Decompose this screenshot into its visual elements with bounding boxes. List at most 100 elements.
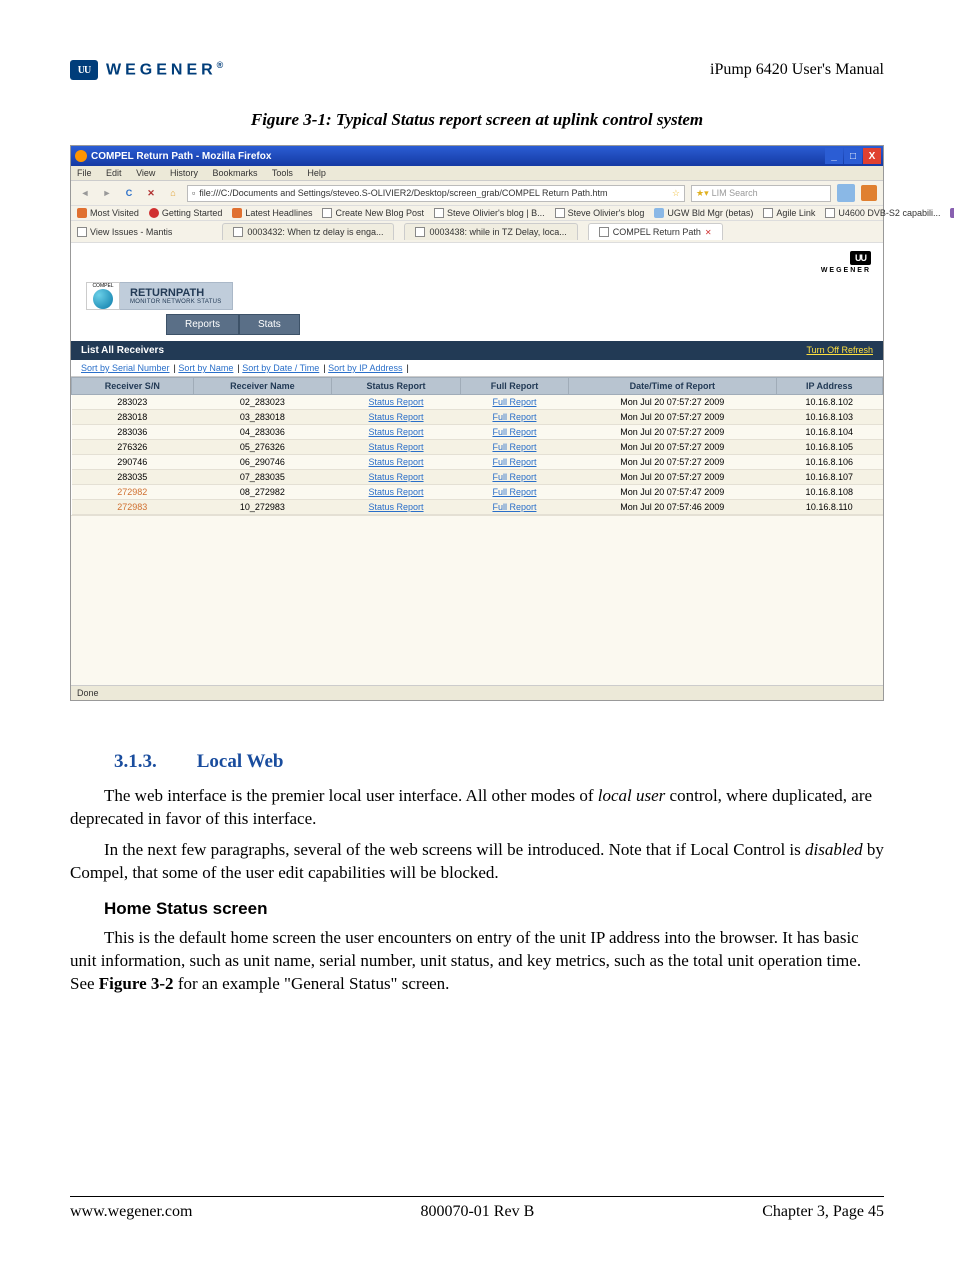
menu-bar: File Edit View History Bookmarks Tools H… (71, 166, 883, 181)
sort-serial[interactable]: Sort by Serial Number (81, 363, 170, 373)
url-text: file:///C:/Documents and Settings/steveo… (199, 188, 668, 198)
table-row: 28303604_283036Status ReportFull ReportM… (72, 425, 883, 440)
tab-item-active[interactable]: COMPEL Return Path✕ (588, 223, 723, 240)
status-report-link[interactable]: Status Report (369, 502, 424, 512)
cell-status: Status Report (332, 500, 461, 515)
full-report-link[interactable]: Full Report (492, 397, 536, 407)
table-row: 27298208_272982Status ReportFull ReportM… (72, 485, 883, 500)
page-content: UU WEGENER COMPEL RETURNPATH MONITOR NET… (71, 243, 883, 685)
globe-icon (93, 289, 113, 309)
cell-sn: 272983 (72, 500, 194, 515)
menu-file[interactable]: File (77, 168, 92, 178)
back-button[interactable]: ◄ (77, 185, 93, 201)
cell-full: Full Report (460, 410, 568, 425)
tab-close-icon[interactable]: ✕ (705, 228, 712, 237)
tab-item[interactable]: 0003432: When tz delay is enga... (222, 223, 394, 240)
paragraph-2: In the next few paragraphs, several of t… (70, 839, 884, 885)
cell-name: 02_283023 (193, 395, 332, 410)
tab-reports[interactable]: Reports (166, 314, 239, 335)
wegener-logo: UU WEGENER® (70, 60, 223, 80)
paragraph-1: The web interface is the premier local u… (70, 785, 884, 831)
cell-status: Status Report (332, 440, 461, 455)
sort-datetime[interactable]: Sort by Date / Time (242, 363, 319, 373)
bm-most-visited[interactable]: Most Visited (77, 208, 139, 218)
window-titlebar: COMPEL Return Path - Mozilla Firefox _ □… (71, 146, 883, 166)
bookmark-star-icon[interactable]: ☆ (672, 188, 680, 199)
bm-u4600[interactable]: U4600 DVB-S2 capabili... (825, 208, 940, 218)
cell-status: Status Report (332, 485, 461, 500)
search-box[interactable]: ★▾ LIM Search (691, 185, 831, 202)
cell-status: Status Report (332, 410, 461, 425)
page-footer: www.wegener.com 800070-01 Rev B Chapter … (70, 1197, 884, 1221)
bm-latest-headlines[interactable]: Latest Headlines (232, 208, 312, 218)
menu-help[interactable]: Help (307, 168, 326, 178)
table-row: 27632605_276326Status ReportFull ReportM… (72, 440, 883, 455)
screenshot-figure: COMPEL Return Path - Mozilla Firefox _ □… (70, 145, 884, 701)
list-header-title: List All Receivers (81, 345, 164, 356)
cell-full: Full Report (460, 395, 568, 410)
menu-history[interactable]: History (170, 168, 198, 178)
cell-name: 03_283018 (193, 410, 332, 425)
full-report-link[interactable]: Full Report (492, 427, 536, 437)
maximize-button[interactable]: □ (844, 148, 862, 164)
sort-name[interactable]: Sort by Name (178, 363, 233, 373)
status-report-link[interactable]: Status Report (369, 457, 424, 467)
tab-item[interactable]: 0003438: while in TZ Delay, loca... (404, 223, 577, 240)
status-report-link[interactable]: Status Report (369, 472, 424, 482)
table-row: 28302302_283023Status ReportFull ReportM… (72, 395, 883, 410)
bm-steve-blog2[interactable]: Steve Olivier's blog (555, 208, 645, 218)
menu-view[interactable]: View (136, 168, 155, 178)
menu-tools[interactable]: Tools (272, 168, 293, 178)
minimize-button[interactable]: _ (825, 148, 843, 164)
url-bar[interactable]: ▫ file:///C:/Documents and Settings/stev… (187, 185, 685, 202)
status-report-link[interactable]: Status Report (369, 397, 424, 407)
feed-icon[interactable] (861, 185, 877, 201)
status-report-link[interactable]: Status Report (369, 487, 424, 497)
cell-datetime: Mon Jul 20 07:57:27 2009 (569, 410, 776, 425)
tab-left-label[interactable]: View Issues - Mantis (77, 227, 172, 237)
bm-getting-started[interactable]: Getting Started (149, 208, 223, 218)
home-button[interactable]: ⌂ (165, 185, 181, 201)
cell-ip: 10.16.8.106 (776, 455, 882, 470)
tab-stats[interactable]: Stats (239, 314, 300, 335)
sort-bar: Sort by Serial Number| Sort by Name| Sor… (71, 360, 883, 377)
reload-button[interactable]: C (121, 185, 137, 201)
status-report-link[interactable]: Status Report (369, 442, 424, 452)
cell-datetime: Mon Jul 20 07:57:27 2009 (569, 455, 776, 470)
turn-off-refresh-link[interactable]: Turn Off Refresh (806, 345, 873, 356)
wegener-brand-text: WEGENER (821, 267, 871, 274)
forward-button[interactable]: ► (99, 185, 115, 201)
cell-name: 05_276326 (193, 440, 332, 455)
full-report-link[interactable]: Full Report (492, 412, 536, 422)
wegener-brand: UU WEGENER (821, 251, 871, 274)
full-report-link[interactable]: Full Report (492, 502, 536, 512)
bm-steve-blog1[interactable]: Steve Olivier's blog | B... (434, 208, 545, 218)
full-report-link[interactable]: Full Report (492, 442, 536, 452)
menu-edit[interactable]: Edit (106, 168, 122, 178)
cell-status: Status Report (332, 455, 461, 470)
close-button[interactable]: X (863, 148, 881, 164)
col-full: Full Report (460, 378, 568, 395)
cell-name: 06_290746 (193, 455, 332, 470)
stop-button[interactable]: ✕ (143, 185, 159, 201)
cell-full: Full Report (460, 470, 568, 485)
search-placeholder: LIM Search (712, 188, 758, 198)
bm-agile[interactable]: Agile Link (763, 208, 815, 218)
col-status: Status Report (332, 378, 461, 395)
full-report-link[interactable]: Full Report (492, 472, 536, 482)
rss-icon (232, 208, 242, 218)
status-report-link[interactable]: Status Report (369, 412, 424, 422)
full-report-link[interactable]: Full Report (492, 487, 536, 497)
bm-create-blog[interactable]: Create New Blog Post (322, 208, 424, 218)
menu-bookmarks[interactable]: Bookmarks (212, 168, 257, 178)
status-report-link[interactable]: Status Report (369, 427, 424, 437)
bm-ugw[interactable]: UGW Bld Mgr (betas) (654, 208, 753, 218)
full-report-link[interactable]: Full Report (492, 457, 536, 467)
search-go-button[interactable] (837, 184, 855, 202)
bm-daisy[interactable]: Daisy-- specs (950, 208, 954, 218)
cell-sn: 283023 (72, 395, 194, 410)
subheading-home-status: Home Status screen (104, 899, 884, 919)
cell-name: 04_283036 (193, 425, 332, 440)
cell-ip: 10.16.8.108 (776, 485, 882, 500)
sort-ip[interactable]: Sort by IP Address (328, 363, 402, 373)
